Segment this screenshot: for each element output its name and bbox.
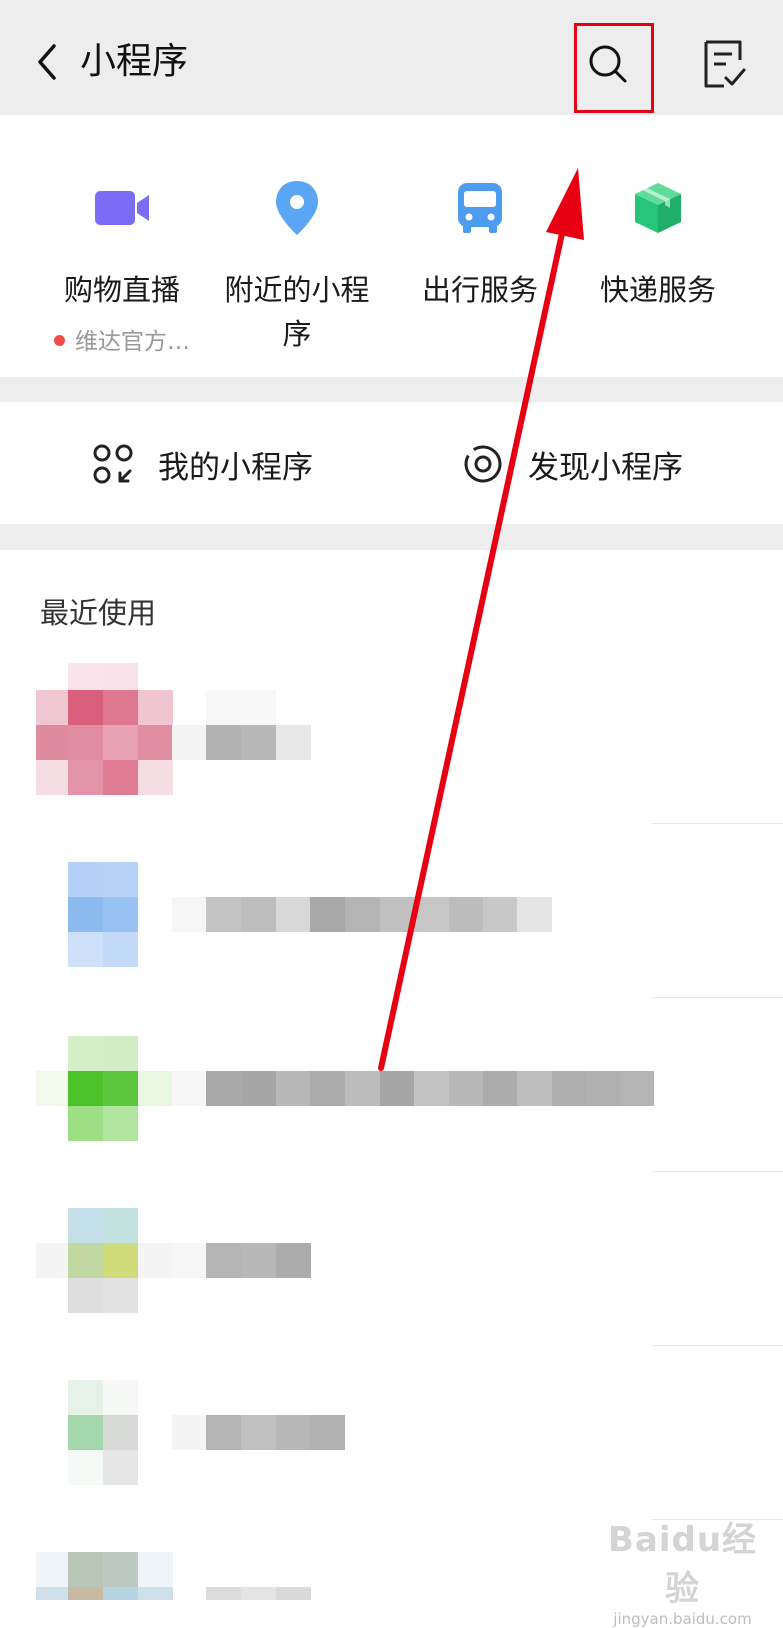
row-divider	[652, 997, 783, 998]
service-express[interactable]: 快递服务	[563, 115, 753, 377]
search-highlight-box	[574, 23, 654, 113]
entry-row: 我的小程序 发现小程序	[0, 402, 783, 524]
location-pin-icon	[276, 181, 318, 235]
watermark-sub: jingyan.baidu.com	[613, 1610, 752, 1628]
section-divider	[0, 524, 783, 550]
service-sub-status: 维达官方…	[27, 322, 217, 356]
watermark-main: Baidu经验	[607, 1520, 758, 1609]
service-shortcuts: 购物直播 维达官方… 附近的小程序 出行服务 快递服务	[0, 115, 783, 377]
my-miniprograms-label: 我的小程序	[158, 449, 313, 486]
my-miniprograms-button[interactable]: 我的小程序	[92, 436, 313, 492]
discover-miniprograms-button[interactable]: 发现小程序	[462, 436, 683, 492]
service-label: 出行服务	[421, 273, 538, 307]
section-divider	[0, 377, 783, 402]
discover-miniprograms-label: 发现小程序	[528, 449, 683, 486]
service-transport[interactable]: 出行服务	[385, 115, 575, 377]
header-bar: 小程序	[0, 0, 783, 115]
live-dot	[54, 335, 65, 346]
row-divider	[652, 1171, 783, 1172]
service-live-shopping[interactable]: 购物直播 维达官方…	[27, 115, 217, 377]
row-divider	[652, 1345, 783, 1346]
service-label: 购物直播	[63, 273, 180, 307]
page-title: 小程序	[80, 41, 189, 82]
service-label: 附近的小程序	[224, 273, 370, 351]
checklist-icon[interactable]	[700, 38, 748, 90]
service-label: 快递服务	[599, 273, 716, 307]
watermark-logo: Baidu经验 jingyan.baidu.com	[600, 1512, 765, 1628]
bus-icon	[458, 183, 502, 233]
chevron-left-icon[interactable]	[32, 40, 62, 84]
service-sub-text: 维达官方…	[75, 329, 190, 355]
discover-target-icon	[464, 445, 502, 483]
package-box-icon	[635, 183, 681, 233]
row-divider	[652, 823, 783, 824]
grid-dots-icon	[93, 444, 133, 484]
recent-section-title: 最近使用	[40, 596, 157, 630]
video-camera-icon	[95, 191, 149, 225]
service-nearby-miniprogram[interactable]: 附近的小程序	[202, 115, 392, 377]
